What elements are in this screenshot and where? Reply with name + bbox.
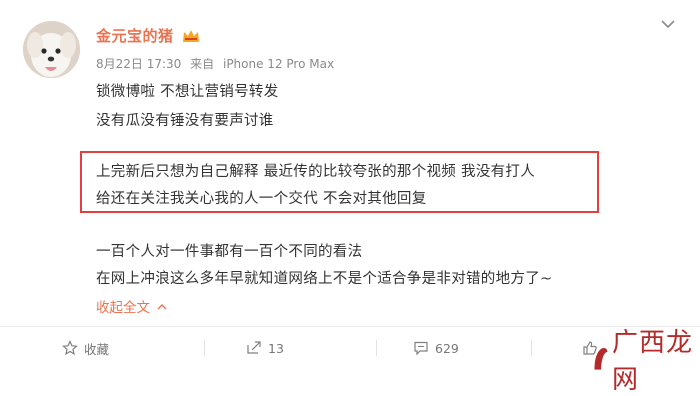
comment-icon (414, 341, 428, 356)
action-separator (204, 340, 205, 356)
avatar-dog-image (23, 21, 80, 78)
watermark-emblem-icon (594, 347, 608, 370)
repost-count: 13 (268, 340, 284, 356)
chevron-up-icon (157, 304, 167, 310)
chevron-down-icon[interactable] (660, 18, 676, 30)
watermark-logo: 广西龙网 (592, 322, 700, 396)
comment-button[interactable]: 629 (413, 338, 459, 358)
post-text-line: 锁微博啦 不想让营销号转发 (96, 84, 279, 100)
post-text-line: 没有瓜没有锤没有要声讨谁 (96, 113, 274, 129)
post-text-line: 在网上冲浪这么多年早就知道网络上不是个适合争是非对错的地方了~ (96, 271, 553, 287)
username[interactable]: 金元宝的猪 (96, 25, 174, 46)
action-separator (376, 340, 377, 356)
source-prefix: 来自 (190, 57, 215, 71)
watermark-text: 广西龙网 (611, 328, 693, 395)
star-icon (62, 340, 78, 356)
post-date: 8月22日 17:30 (96, 57, 182, 71)
collapse-full-text-link[interactable]: 收起全文 (96, 296, 167, 316)
favorite-label: 收藏 (84, 341, 110, 357)
repost-button[interactable]: 13 (246, 338, 284, 358)
collapse-label: 收起全文 (96, 300, 150, 316)
post-text-line: 给还在关注我关心我的人一个交代 不会对其他回复 (96, 191, 427, 207)
repost-icon (247, 341, 261, 354)
action-separator (531, 340, 532, 356)
post-text-line: 上完新后只想为自己解释 最近传的比较夸张的那个视频 我没有打人 (96, 164, 536, 180)
favorite-button[interactable]: 收藏 (62, 338, 109, 358)
post-device[interactable]: iPhone 12 Pro Max (223, 57, 334, 71)
comment-count: 629 (435, 340, 459, 356)
post-text-line: 一百个人对一件事都有一百个不同的看法 (96, 244, 363, 260)
post-meta: 8月22日 17:30 来自 iPhone 12 Pro Max (96, 55, 334, 72)
vip-crown-icon[interactable] (181, 27, 201, 45)
avatar[interactable] (23, 21, 80, 78)
